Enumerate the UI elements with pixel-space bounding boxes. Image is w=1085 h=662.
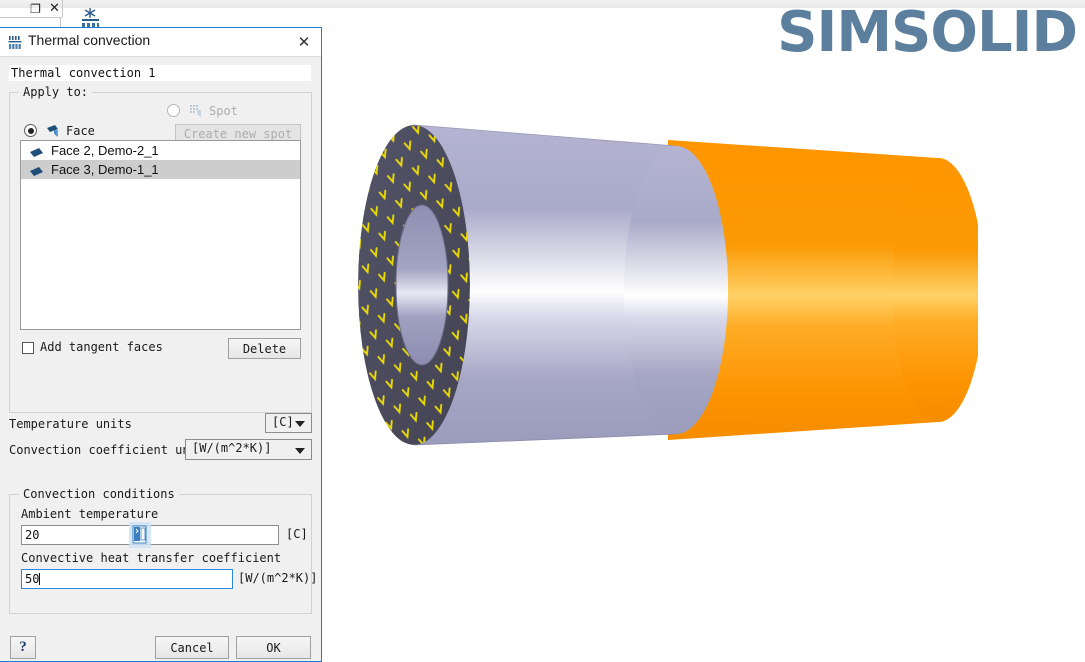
spot-radio-indicator[interactable] [167, 104, 180, 117]
toolbar-divider-1 [0, 17, 62, 18]
ok-button[interactable]: OK [236, 636, 311, 659]
delete-button[interactable]: Delete [228, 338, 301, 359]
apply-to-group: Apply to: Face [9, 92, 312, 413]
face-list-label: Face 3, Demo-1_1 [51, 162, 159, 177]
window-controls[interactable]: ❐ ✕ [22, 0, 62, 17]
convection-coefficient-units-value: [W/(m^2*K)] [192, 441, 271, 455]
convective-coefficient-label: Convective heat transfer coefficient [21, 551, 281, 565]
thermal-convection-dialog: Thermal convection ✕ Thermal convection … [0, 27, 322, 662]
temperature-units-value: [C] [272, 415, 294, 429]
convective-coefficient-unit: [W/(m^2*K)] [238, 571, 317, 585]
toolbar-divider-3 [62, 0, 63, 17]
apply-to-legend: Apply to: [19, 85, 92, 99]
chevron-down-icon [295, 448, 305, 454]
close-icon[interactable]: ✕ [294, 32, 314, 52]
temperature-units-label: Temperature units [9, 417, 132, 431]
add-tangent-faces-checkbox[interactable] [22, 342, 34, 354]
chevron-down-icon [295, 421, 305, 427]
face-icon [29, 164, 45, 176]
dialog-title: Thermal convection [28, 32, 150, 48]
cylinder-model[interactable] [318, 100, 978, 520]
list-item[interactable]: Face 3, Demo-1_1 [21, 160, 300, 179]
convection-coefficient-units-combo[interactable]: [W/(m^2*K)] [185, 439, 312, 460]
face-list[interactable]: Face 2, Demo-2_1 Face 3, Demo-1_1 [20, 140, 301, 330]
radio-face[interactable]: Face [24, 123, 144, 139]
convection-conditions-legend: Convection conditions [19, 487, 179, 501]
add-tangent-faces-label: Add tangent faces [40, 340, 163, 354]
help-button[interactable]: ? [10, 636, 36, 659]
spot-icon [189, 103, 204, 122]
face-list-label: Face 2, Demo-2_1 [51, 143, 159, 158]
convective-coefficient-value: 50 [25, 572, 39, 586]
face-radio-indicator[interactable] [24, 124, 37, 137]
dialog-titlebar: Thermal convection ✕ [0, 28, 321, 57]
convection-name-input[interactable]: Thermal convection 1 [9, 65, 311, 81]
spot-radio-label: Spot [209, 104, 238, 118]
ambient-temperature-label: Ambient temperature [21, 507, 158, 521]
face-icon [29, 145, 45, 157]
cancel-button[interactable]: Cancel [155, 636, 229, 659]
restore-window-button[interactable]: ❐ [28, 2, 43, 16]
text-caret [39, 573, 40, 585]
face-radio-label: Face [66, 124, 95, 138]
convection-conditions-group: Convection conditions Ambient temperatur… [9, 494, 312, 614]
application-window: ❐ ✕ [0, 0, 1085, 662]
list-item[interactable]: Face 2, Demo-2_1 [21, 141, 300, 160]
convection-coefficient-units-label: Convection coefficient units [9, 443, 211, 457]
thermal-convection-icon [8, 35, 23, 49]
temperature-units-combo[interactable]: [C] [265, 413, 312, 433]
radio-spot[interactable]: Spot [167, 103, 277, 119]
ambient-temperature-unit: [C] [286, 527, 308, 541]
convective-coefficient-input[interactable]: 50 [21, 569, 233, 589]
ambient-temperature-input[interactable]: 20 [21, 525, 279, 545]
simsolid-logo: SIMSOLID [777, 2, 1077, 64]
close-window-button[interactable]: ✕ [47, 2, 62, 16]
